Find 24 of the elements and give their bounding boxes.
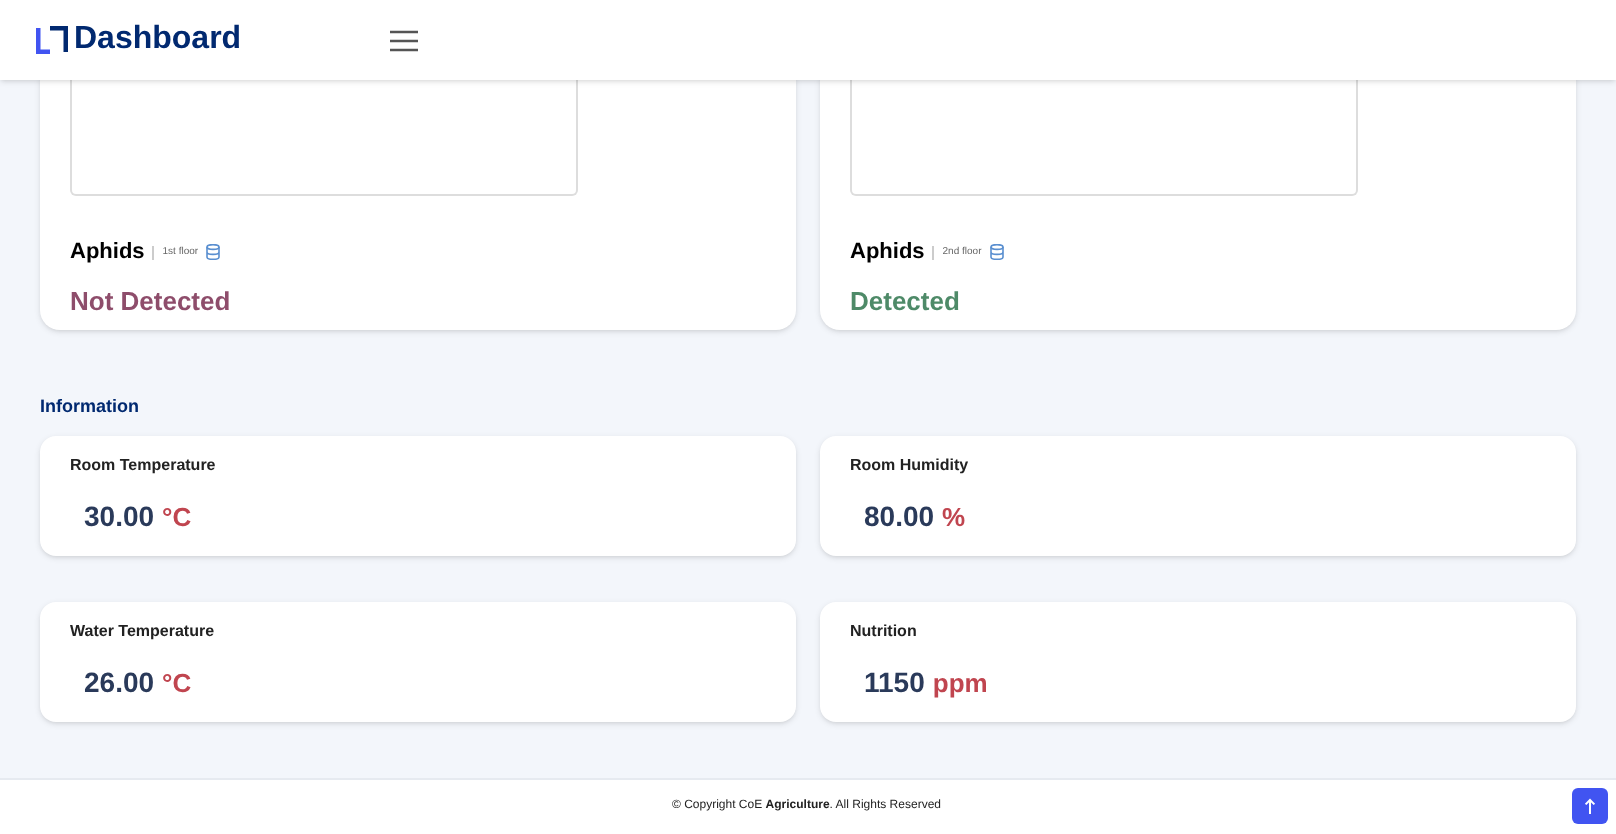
app-title: Dashboard: [74, 20, 242, 60]
metric-unit: °C: [162, 499, 192, 535]
metric-unit: °C: [162, 665, 192, 701]
section-heading: Information: [40, 394, 141, 420]
metric-label: Water Temperature: [70, 619, 217, 643]
logo-icon: [36, 26, 68, 54]
metric-label: Room Temperature: [70, 453, 218, 477]
metric-value: 80.00: [864, 497, 935, 535]
metric-value: 30.00: [84, 497, 155, 535]
sensor-name: Aphids: [70, 238, 145, 268]
metric-value: 1150: [864, 663, 925, 701]
detection-status: Not Detected: [70, 283, 233, 319]
metric-unit: ppm: [932, 665, 988, 702]
metric-label: Nutrition: [850, 619, 919, 643]
arrow-up-icon: [1584, 798, 1596, 814]
menu-icon[interactable]: [389, 29, 418, 51]
metric-label: Room Humidity: [850, 453, 971, 477]
database-icon: [989, 244, 1004, 261]
sensor-name: Aphids: [850, 238, 925, 268]
detection-status: Detected: [850, 283, 962, 319]
back-to-top-button[interactable]: [1572, 788, 1608, 824]
metric-value: 26.00: [84, 663, 155, 701]
database-icon: [206, 244, 221, 261]
metric-unit: %: [942, 499, 966, 535]
